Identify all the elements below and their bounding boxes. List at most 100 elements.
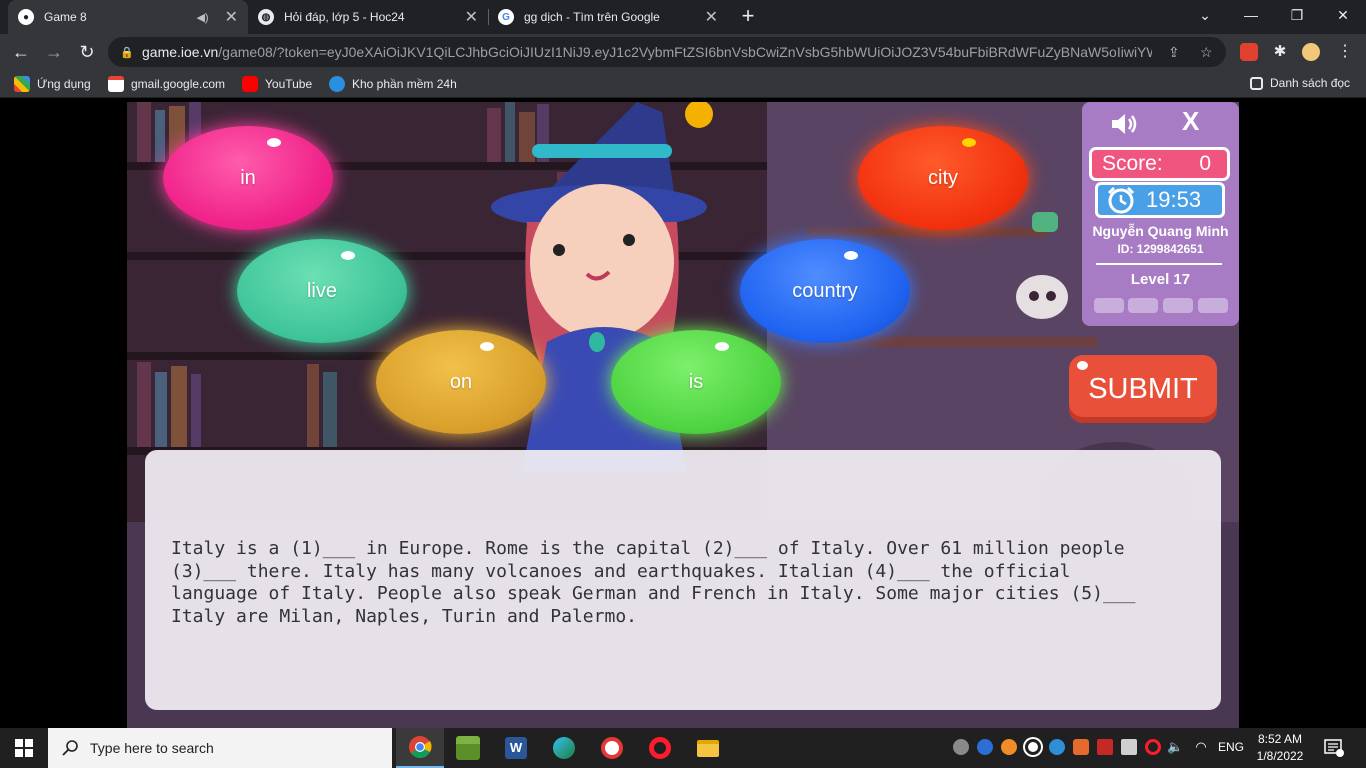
tray-icon[interactable] [1025, 739, 1041, 755]
volume-icon[interactable]: 🔈 [1167, 739, 1183, 755]
taskbar-minecraft[interactable] [444, 728, 492, 768]
score-display: Score: 0 [1089, 147, 1230, 181]
browser-tab-strip: ● Game 8 ◀) ✕ ◍ Hỏi đáp, lớp 5 - Hoc24 ✕… [0, 0, 1366, 34]
passage-box: Italy is a (1)___ in Europe. Rome is the… [145, 450, 1221, 710]
bookmark-label: gmail.google.com [131, 77, 226, 91]
bookmark-apps[interactable]: Ứng dụng [14, 76, 91, 92]
reload-button[interactable]: ↻ [75, 40, 99, 64]
timer-value: 19:53 [1146, 187, 1202, 212]
tab-google-search[interactable]: G gg dịch - Tìm trên Google ✕ [488, 0, 728, 34]
tab-title: gg dịch - Tìm trên Google [524, 10, 660, 24]
tray-icon[interactable] [1001, 739, 1017, 755]
globe-icon: ◍ [258, 9, 274, 25]
search-placeholder: Type here to search [90, 740, 214, 756]
bubble-country[interactable]: country [740, 239, 910, 343]
input-language[interactable]: ENG [1218, 740, 1244, 754]
gmail-icon [108, 76, 124, 92]
bookmark-youtube[interactable]: YouTube [242, 76, 312, 92]
windows-taskbar: Type here to search W 🔈 ◠ ENG 8:52 AM 1/… [0, 728, 1366, 768]
bubble-on[interactable]: on [376, 330, 546, 434]
taskbar-app-red[interactable] [588, 728, 636, 768]
url-text[interactable]: game.ioe.vn/game08/?token=eyJ0eXAiOiJKV1… [142, 44, 1152, 60]
clock-time: 8:52 AM [1257, 732, 1303, 746]
bubble-word: is [688, 370, 704, 393]
bookmark-gmail[interactable]: gmail.google.com [108, 76, 225, 92]
battery-icon[interactable] [1121, 739, 1137, 755]
wifi-icon[interactable]: ◠ [1193, 739, 1209, 755]
bubble-word: country [792, 279, 858, 302]
taskbar-edge[interactable] [540, 728, 588, 768]
bubble-shine [341, 251, 355, 260]
bubble-word: live [306, 279, 337, 302]
zalo-tray-icon[interactable] [977, 739, 993, 755]
tab-title: Hỏi đáp, lớp 5 - Hoc24 [284, 10, 405, 24]
bubble-word: on [449, 370, 473, 393]
bubble-word: in [240, 166, 256, 189]
minimize-button[interactable]: — [1228, 0, 1274, 30]
passage-line: language of Italy. People also speak Ger… [171, 583, 1136, 604]
minecraft-icon [456, 736, 480, 760]
profile-avatar[interactable] [1302, 43, 1320, 61]
bubble-word: city [928, 166, 958, 189]
extensions-puzzle-icon[interactable]: ✱ [1271, 43, 1289, 61]
level-progress-slot [1198, 298, 1228, 313]
apps-grid-icon [14, 76, 30, 92]
taskbar-word[interactable]: W [492, 728, 540, 768]
page-viewport: in live on is country city X Score: 0 19… [0, 98, 1366, 728]
bookmarks-bar: Ứng dụng gmail.google.com YouTube Kho ph… [0, 70, 1366, 98]
reading-list-label: Danh sách đọc [1270, 76, 1351, 90]
taskbar-search-box[interactable]: Type here to search [48, 728, 392, 768]
menu-kebab-icon[interactable]: ⋮ [1336, 43, 1354, 61]
bookmark-kho-phan-mem[interactable]: Kho phần mềm 24h [329, 76, 457, 92]
reading-list[interactable]: Danh sách đọc [1250, 76, 1350, 90]
taskbar-opera[interactable] [636, 728, 684, 768]
passage-line: (3)___ there. Italy has many volcanoes a… [171, 560, 1071, 582]
url-host: game.ioe.vn [142, 44, 219, 60]
speaker-icon[interactable]: ◀) [196, 11, 208, 24]
tab-game-8[interactable]: ● Game 8 ◀) ✕ [8, 0, 248, 34]
restore-button[interactable]: ❐ [1274, 0, 1320, 30]
notification-icon[interactable] [1324, 739, 1344, 757]
back-button[interactable]: ← [9, 40, 33, 64]
edge-icon [553, 737, 575, 759]
taskbar-clock[interactable]: 8:52 AM 1/8/2022 [1252, 731, 1308, 765]
close-window-button[interactable]: ✕ [1320, 0, 1366, 30]
new-tab-button[interactable]: + [736, 5, 760, 29]
tray-icon[interactable] [1073, 739, 1089, 755]
bubble-city[interactable]: city [858, 126, 1028, 230]
passage-line: Italy is a (1)___ in Europe. Rome is the… [171, 538, 1125, 559]
folder-icon [697, 739, 719, 757]
close-game-button[interactable]: X [1182, 106, 1199, 137]
youtube-icon [242, 76, 258, 92]
tab-hoc24[interactable]: ◍ Hỏi đáp, lớp 5 - Hoc24 ✕ [248, 0, 488, 34]
close-tab-icon[interactable]: ✕ [225, 7, 238, 27]
address-bar[interactable]: 🔒 game.ioe.vn/game08/?token=eyJ0eXAiOiJK… [108, 37, 1226, 67]
submit-label: SUBMIT [1088, 372, 1198, 405]
start-button[interactable] [0, 728, 48, 768]
lock-icon[interactable]: 🔒 [120, 46, 134, 59]
speaker-icon[interactable] [1110, 112, 1140, 136]
bubble-live[interactable]: live [237, 239, 407, 343]
tray-icon[interactable] [1049, 739, 1065, 755]
opera-tray-icon[interactable] [1145, 739, 1161, 755]
tray-icon[interactable] [1097, 739, 1113, 755]
taskbar-file-explorer[interactable] [684, 728, 732, 768]
brave-shield-icon[interactable] [1240, 43, 1258, 61]
taskbar-chrome[interactable] [396, 728, 444, 768]
game-canvas: in live on is country city X Score: 0 19… [127, 102, 1239, 728]
app-icon [601, 737, 623, 759]
skype-tray-icon[interactable] [953, 739, 969, 755]
forward-button[interactable]: → [42, 40, 66, 64]
reading-list-icon [1250, 76, 1263, 90]
score-value: 0 [1199, 152, 1211, 175]
panel-divider [1096, 263, 1222, 265]
bookmark-star-icon[interactable]: ☆ [1200, 44, 1213, 61]
share-icon[interactable]: ⇪ [1168, 44, 1180, 61]
bubble-in[interactable]: in [163, 126, 333, 230]
opera-icon [649, 737, 671, 759]
bubble-is[interactable]: is [611, 330, 781, 434]
close-tab-icon[interactable]: ✕ [705, 7, 718, 27]
submit-button[interactable]: SUBMIT [1069, 355, 1217, 423]
close-tab-icon[interactable]: ✕ [465, 7, 478, 27]
tab-search-icon[interactable]: ⌄ [1182, 0, 1228, 30]
